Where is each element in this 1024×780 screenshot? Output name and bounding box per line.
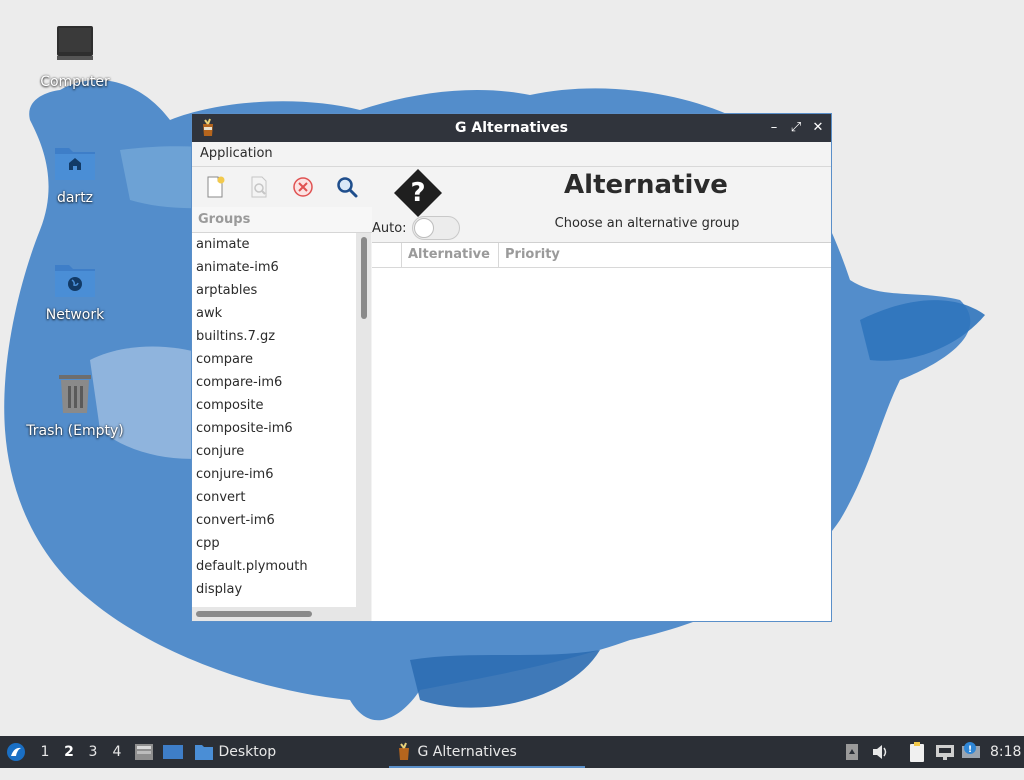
groups-pane: Groups animate animate-im6 arptables awk bui…	[192, 167, 373, 621]
add-group-button[interactable]	[202, 174, 228, 200]
toolbar	[192, 167, 372, 207]
workspace-1[interactable]: 1	[36, 736, 54, 768]
group-list-item[interactable]: composite	[192, 394, 356, 417]
clock[interactable]: 8:18	[990, 736, 1021, 768]
show-desktop-button[interactable]	[162, 736, 184, 768]
desktop-icon-home-folder[interactable]: dartz	[20, 138, 130, 206]
desktop-icon-computer[interactable]: Computer	[20, 22, 130, 90]
group-list-item[interactable]: compare	[192, 348, 356, 371]
galternatives-window: G Alternatives – ⤢ ✕ Application Groups …	[191, 113, 832, 622]
galternatives-task-button[interactable]: G Alternatives	[389, 736, 585, 768]
properties-button[interactable]	[246, 174, 272, 200]
show-desktop-icon	[163, 745, 183, 759]
group-list-item[interactable]: animate	[192, 233, 356, 256]
window-titlebar[interactable]: G Alternatives – ⤢ ✕	[192, 114, 831, 142]
workspace-2[interactable]: 2	[60, 736, 78, 768]
group-list-item[interactable]: builtins.7.gz	[192, 325, 356, 348]
groups-vertical-scrollbar[interactable]	[356, 233, 371, 607]
file-manager-icon	[135, 744, 153, 760]
question-icon: ?	[392, 167, 444, 219]
column-header-select[interactable]	[372, 243, 402, 267]
desktop-icon-network[interactable]: Network	[20, 255, 130, 323]
folder-icon	[195, 745, 213, 760]
group-list-item[interactable]: arptables	[192, 279, 356, 302]
auto-label: Auto:	[372, 221, 407, 236]
column-header-priority[interactable]: Priority	[499, 243, 831, 267]
desktop-icon-label: dartz	[56, 190, 94, 206]
taskbar: 1 2 3 4 Desktop G Alternatives ! 8:18	[0, 736, 1024, 768]
desktop-icon-label: Computer	[40, 74, 110, 90]
network-folder-icon	[51, 255, 99, 303]
search-button[interactable]	[334, 174, 360, 200]
galternatives-task-label: G Alternatives	[417, 744, 517, 760]
edit-document-icon	[251, 176, 267, 198]
alternatives-table: Alternative Priority	[372, 242, 831, 621]
groups-list: animate animate-im6 arptables awk builtins.7…	[192, 233, 356, 607]
update-notifier-icon[interactable]: !	[960, 736, 982, 768]
alternative-subheading: Choose an alternative group	[554, 216, 740, 231]
tray-eject-icon[interactable]	[844, 736, 860, 768]
alternative-heading: Alternative	[564, 170, 728, 200]
group-list-item[interactable]: composite-im6	[192, 417, 356, 440]
volume-icon[interactable]	[870, 736, 890, 768]
group-list-item[interactable]: awk	[192, 302, 356, 325]
svg-text:!: !	[968, 745, 972, 755]
group-list-item[interactable]: conjure-im6	[192, 463, 356, 486]
menu-application[interactable]: Application	[192, 142, 281, 166]
column-header-alternative[interactable]: Alternative	[402, 243, 499, 267]
menubar: Application	[192, 142, 831, 167]
table-header: Alternative Priority	[372, 243, 831, 268]
group-list-item[interactable]: convert-im6	[192, 509, 356, 532]
galternatives-app-icon	[399, 742, 409, 760]
svg-text:?: ?	[410, 178, 425, 208]
window-title: G Alternatives	[455, 120, 568, 136]
search-icon	[337, 177, 358, 198]
desktop-icon-trash[interactable]: Trash (Empty)	[20, 371, 130, 439]
toggle-knob	[414, 218, 434, 238]
groups-column-header[interactable]: Groups	[192, 207, 372, 233]
group-list-item[interactable]: convert	[192, 486, 356, 509]
file-manager-launcher[interactable]	[134, 736, 154, 768]
desktop-task-label: Desktop	[218, 744, 277, 760]
workspace-4[interactable]: 4	[108, 736, 126, 768]
group-list-item[interactable]: animate-im6	[192, 256, 356, 279]
clipboard-icon[interactable]	[906, 736, 928, 768]
group-list-item[interactable]: cpp	[192, 532, 356, 555]
computer-icon	[51, 22, 99, 70]
group-list-item[interactable]: conjure	[192, 440, 356, 463]
workspace-3[interactable]: 3	[84, 736, 102, 768]
auto-toggle[interactable]	[412, 216, 460, 240]
start-menu-button[interactable]	[4, 736, 28, 768]
remove-group-button[interactable]	[290, 174, 316, 200]
remove-icon	[293, 177, 313, 197]
trash-icon	[51, 371, 99, 419]
groups-horizontal-scrollbar[interactable]	[192, 607, 371, 621]
new-document-icon	[207, 176, 225, 198]
lubuntu-logo-icon	[7, 743, 25, 761]
network-status-icon[interactable]	[934, 736, 956, 768]
home-folder-icon	[51, 138, 99, 186]
group-list-item[interactable]: display	[192, 578, 356, 601]
minimize-button[interactable]: –	[767, 118, 781, 138]
desktop-task-button[interactable]: Desktop	[194, 736, 284, 768]
desktop-icon-label: Network	[45, 307, 105, 323]
group-list-item[interactable]: default.plymouth	[192, 555, 356, 578]
group-list-item[interactable]: compare-im6	[192, 371, 356, 394]
desktop-icon-label: Trash (Empty)	[26, 423, 124, 439]
scrollbar-thumb[interactable]	[196, 611, 312, 617]
alternative-pane: ? Alternative Choose an alternative grou…	[372, 167, 831, 621]
galternatives-app-icon	[198, 118, 218, 138]
scrollbar-thumb[interactable]	[361, 237, 367, 319]
maximize-button[interactable]: ⤢	[789, 118, 803, 138]
close-button[interactable]: ✕	[811, 118, 825, 138]
